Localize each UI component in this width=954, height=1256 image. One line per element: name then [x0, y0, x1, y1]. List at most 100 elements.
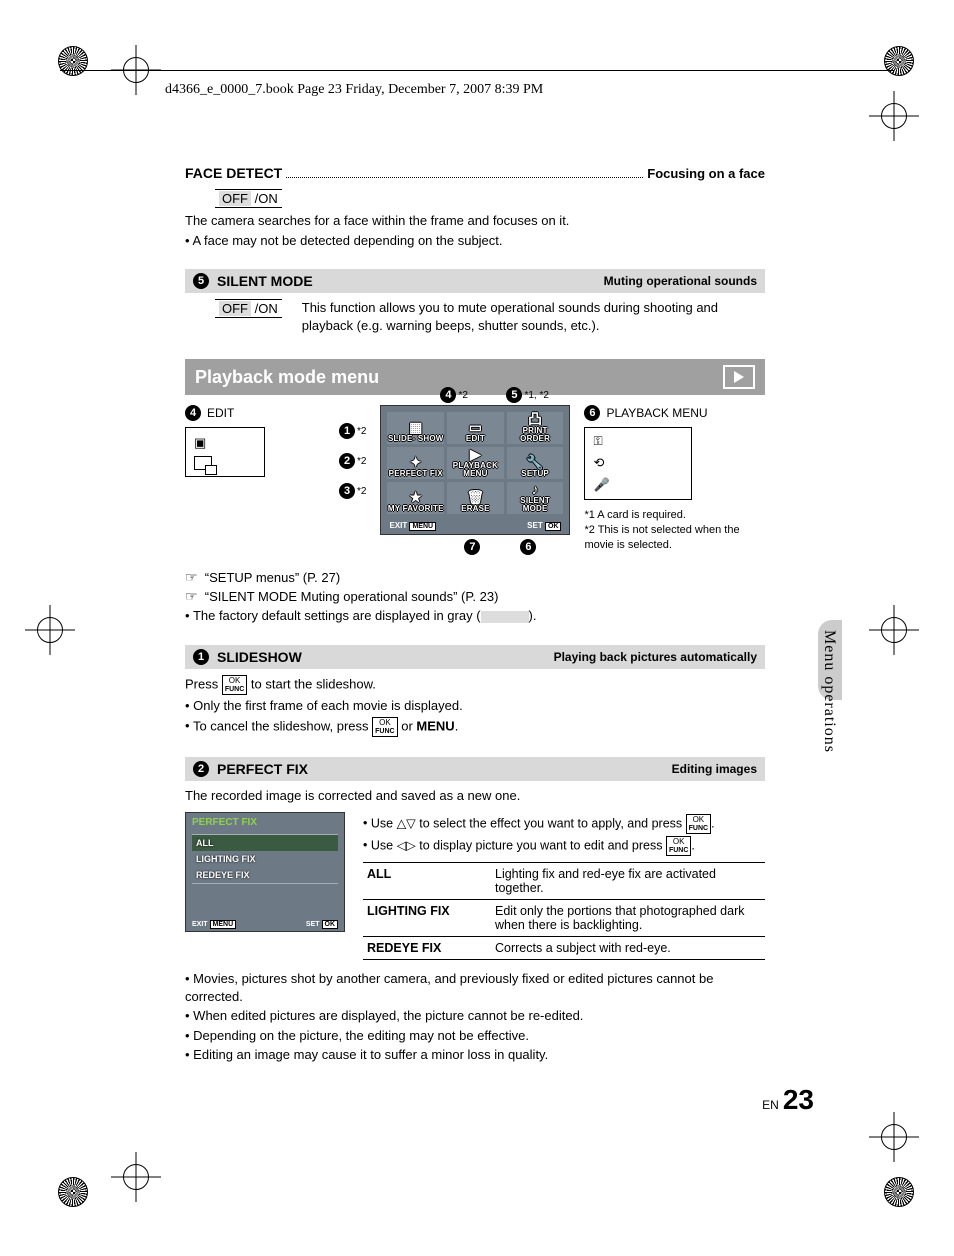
ok-func-icon: OKFUNC: [666, 836, 691, 856]
slideshow-subtitle: Playing back pictures automatically: [554, 650, 757, 664]
face-detect-desc: The camera searches for a face within th…: [185, 212, 765, 230]
slideshow-title: SLIDESHOW: [217, 649, 302, 665]
pf-row-light-val: Edit only the portions that photographed…: [491, 900, 765, 937]
cross-refs: ☞ “SETUP menus” (P. 27) ☞ “SILENT MODE M…: [185, 569, 765, 605]
crop-target-ml: [30, 610, 70, 653]
pointer-icon: ☞: [185, 588, 198, 604]
pf-use2: Use ◁▷ to display picture you want to ed…: [363, 836, 765, 856]
menu-setup: 🔧SETUP: [507, 447, 564, 479]
ref2: “SILENT MODE Muting operational sounds” …: [205, 589, 499, 604]
playback-title: Playback mode menu: [195, 367, 379, 388]
ok-func-icon: OKFUNC: [372, 717, 397, 737]
slideshow-bar: 1 SLIDESHOW Playing back pictures automa…: [185, 645, 765, 669]
face-detect-notes: A face may not be detected depending on …: [185, 232, 765, 250]
footnote-1: *1 A card is required.: [584, 508, 765, 523]
printer-sunburst-br: [884, 1177, 914, 1210]
pf-item-all: ALL: [192, 835, 338, 851]
menu-silent-mode: ♪SILENT MODE: [507, 482, 564, 514]
face-detect-subtitle: Focusing on a face: [647, 166, 765, 181]
menu-perfect-fix: ✦PERFECT FIX: [387, 447, 444, 479]
perfect-fix-table: ALLLighting fix and red-eye fix are acti…: [363, 862, 765, 960]
pf-row-light-key: LIGHTING FIX: [363, 900, 491, 937]
header-rule: [60, 70, 894, 71]
pm-label: PLAYBACK MENU: [606, 406, 707, 420]
silent-title: SILENT MODE: [217, 273, 313, 289]
menu-slideshow: ▦SLIDE- SHOW: [387, 412, 444, 444]
printer-sunburst-bl: [58, 1177, 88, 1210]
rotate-icon: ⟲: [593, 455, 683, 471]
ref1: “SETUP menus” (P. 27): [205, 570, 340, 585]
page-lang: EN: [762, 1098, 779, 1112]
side-tab-label: Menu operations: [820, 630, 838, 753]
pf-row-redeye-key: REDEYE FIX: [363, 937, 491, 960]
menu-erase: 🗑ERASE: [447, 482, 504, 514]
pf-row-all-val: Lighting fix and red-eye fix are activat…: [491, 863, 765, 900]
pf-row-all-key: ALL: [363, 863, 491, 900]
pf-note-3: Depending on the picture, the editing ma…: [185, 1027, 765, 1045]
menu-my-favorite: ★MY FAVORITE: [387, 482, 444, 514]
perfect-intro: The recorded image is corrected and save…: [185, 787, 765, 805]
crop-target-tl: [116, 50, 156, 93]
anno1: *2: [357, 426, 366, 437]
opt-on-2: /ON: [255, 301, 278, 316]
face-detect-title: FACE DETECT: [185, 165, 282, 181]
perfect-num: 2: [193, 761, 209, 777]
silent-mode-bar: 5 SILENT MODE Muting operational sounds: [185, 269, 765, 293]
slideshow-b2: To cancel the slideshow, press OKFUNC or…: [185, 717, 765, 737]
pf-item-light: LIGHTING FIX: [192, 851, 338, 867]
opt-off: OFF: [219, 191, 251, 206]
pf-screen-title: PERFECT FIX: [192, 817, 338, 828]
gray-swatch: [481, 611, 529, 623]
crop-icon: [194, 456, 212, 470]
crop-target-bl: [116, 1157, 156, 1200]
pf-note-4: Editing an image may cause it to suffer …: [185, 1046, 765, 1064]
perfect-fix-screen: PERFECT FIX ALL LIGHTING FIX REDEYE FIX …: [185, 812, 345, 932]
printer-sunburst-tl: [58, 46, 88, 79]
edit-box: ▣: [185, 427, 265, 477]
anno-left-stack: 1*2 2*2 3*2: [339, 405, 366, 499]
pf-item-redeye: REDEYE FIX: [192, 867, 338, 883]
ok-func-icon: OKFUNC: [222, 675, 247, 695]
perfect-title: PERFECT FIX: [217, 761, 308, 777]
menu-footer: EXIT MENU SET OK: [387, 517, 563, 533]
crop-target-tr: [874, 96, 914, 139]
menu-screen: ▦SLIDE- SHOW ▭EDIT 凸PRINT ORDER ✦PERFECT…: [380, 405, 570, 535]
perfect-subtitle: Editing images: [672, 762, 757, 776]
ok-func-icon: OKFUNC: [686, 814, 711, 834]
face-detect-note: A face may not be detected depending on …: [185, 232, 765, 250]
anno3: *2: [357, 486, 366, 497]
pf-note-2: When edited pictures are displayed, the …: [185, 1007, 765, 1025]
page-num: 23: [783, 1084, 814, 1116]
perfect-fix-bar: 2 PERFECT FIX Editing images: [185, 757, 765, 781]
pm-box: ⚿ ⟲ 🎤: [584, 427, 692, 500]
page-number: EN 23: [762, 1084, 814, 1116]
silent-options: OFF /ON: [185, 299, 282, 318]
playback-diagram: 4 EDIT ▣ 1*2 2*2 3*2 4*2 5*1, *2 ▦SLIDE-…: [185, 405, 765, 555]
crop-target-mr: [874, 610, 914, 653]
silent-desc: This function allows you to mute operati…: [302, 299, 765, 335]
side-tab: Menu operations: [818, 620, 842, 800]
opt-on: /ON: [255, 191, 278, 206]
silent-subtitle: Muting operational sounds: [604, 274, 757, 288]
mic-icon: 🎤: [593, 477, 683, 493]
face-detect-options: OFF /ON: [185, 189, 765, 208]
menu-edit: ▭EDIT: [447, 412, 504, 444]
play-icon: [723, 365, 755, 389]
playback-bar: Playback mode menu: [185, 359, 765, 395]
footnote-2: *2 This is not selected when the movie i…: [584, 523, 765, 553]
printer-sunburst-tr: [884, 46, 914, 79]
pointer-icon: ☞: [185, 569, 198, 585]
pf-row-redeye-val: Corrects a subject with red-eye.: [491, 937, 765, 960]
key-icon: ⚿: [593, 434, 683, 449]
slideshow-press: Press OKFUNC to start the slideshow.: [185, 675, 765, 695]
header-text: d4366_e_0000_7.book Page 23 Friday, Dece…: [165, 82, 543, 98]
dot-leader: [286, 167, 643, 178]
anno-top5: *1, *2: [524, 390, 548, 401]
face-detect-heading: FACE DETECT Focusing on a face: [185, 165, 765, 181]
pf-note-1: Movies, pictures shot by another camera,…: [185, 970, 765, 1005]
edit-label: EDIT: [207, 406, 234, 420]
anno-bottom: 7 6: [380, 539, 570, 555]
slideshow-num: 1: [193, 649, 209, 665]
menu-print-order: 凸PRINT ORDER: [507, 412, 564, 444]
anno2: *2: [357, 456, 366, 467]
